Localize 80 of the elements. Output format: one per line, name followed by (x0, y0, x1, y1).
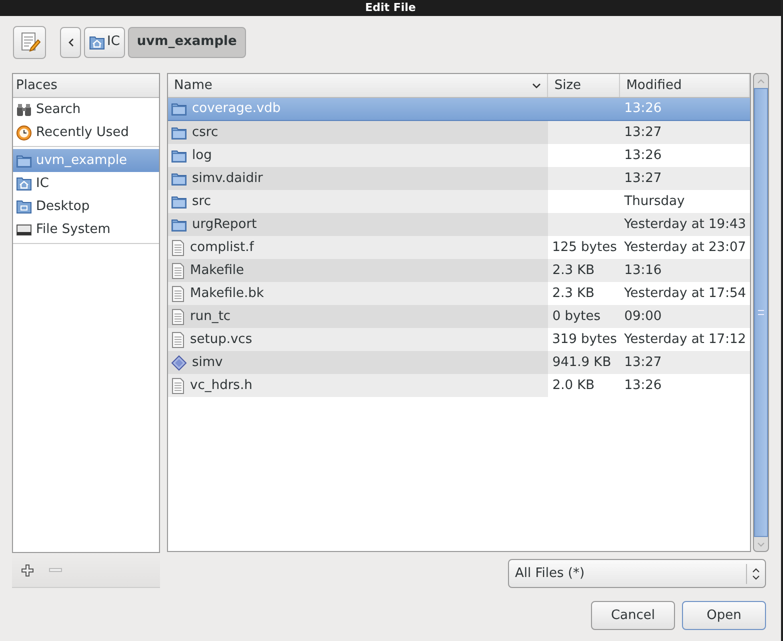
folder-icon (171, 102, 187, 116)
places-header: Places (13, 74, 159, 98)
modified-date: 13:27 (624, 354, 662, 372)
folder-icon (171, 218, 187, 232)
file-type-dropdown[interactable]: All Files (*) (508, 559, 766, 588)
file-size: 125 bytes (552, 238, 617, 257)
modified-date: 13:27 (624, 170, 662, 188)
modified-date: Yesterday at 17:12 (624, 330, 746, 349)
file-name: urgReport (192, 216, 257, 234)
folder-icon (16, 154, 32, 168)
places-item[interactable]: IC (13, 172, 159, 195)
modified-date: Thursday (624, 192, 685, 211)
notepad-pencil-icon (18, 31, 40, 53)
home-folder-icon (89, 34, 105, 50)
file-size: 2.3 KB (552, 284, 594, 303)
file-name: src (192, 192, 211, 211)
file-size: 319 bytes (552, 330, 617, 349)
column-header[interactable]: Size (548, 74, 620, 97)
folder-icon (171, 172, 187, 186)
plus-icon (20, 564, 34, 576)
file-name: complist.f (190, 238, 254, 257)
folder-icon (171, 194, 187, 208)
folder-icon (171, 126, 187, 140)
diamond-icon (171, 354, 187, 370)
column-header[interactable]: Name (168, 74, 548, 97)
document-icon (171, 308, 185, 324)
file-name: setup.vcs (190, 330, 252, 349)
places-item[interactable]: Recently Used (13, 121, 159, 144)
document-icon (171, 240, 185, 256)
scrollbar[interactable] (753, 73, 769, 552)
file-name: vc_hdrs.h (190, 376, 252, 395)
modified-date: 13:16 (624, 262, 662, 280)
file-name: simv (192, 354, 223, 372)
desktop-folder-icon (16, 199, 32, 214)
chevron-left-icon (68, 38, 74, 46)
places-item[interactable]: Desktop (13, 195, 159, 218)
file-size: 2.0 KB (552, 376, 595, 395)
up-down-arrows-icon (752, 568, 760, 580)
path-button[interactable]: uvm_example (128, 26, 246, 58)
modified-date: 09:00 (624, 308, 662, 326)
file-name: run_tc (190, 308, 231, 326)
file-name: Makefile.bk (190, 284, 264, 303)
file-size: 0 bytes (552, 308, 601, 326)
document-icon (171, 332, 185, 348)
modified-date: 13:26 (624, 376, 662, 395)
modified-date: Yesterday at 23:07 (624, 238, 746, 257)
file-size: 941.9 KB (552, 354, 612, 372)
path-button[interactable]: IC (84, 26, 125, 58)
modified-date: Yesterday at 19:43 (624, 216, 746, 234)
places-item[interactable]: Search (13, 98, 159, 121)
file-name: simv.daidir (192, 170, 263, 188)
document-icon (171, 378, 185, 394)
file-name: Makefile (190, 262, 244, 280)
places-item[interactable]: File System (13, 218, 159, 241)
modified-date: 13:27 (624, 124, 662, 142)
add-button[interactable] (20, 563, 34, 577)
binoculars-icon (16, 102, 32, 116)
dialog-button[interactable]: Cancel (591, 601, 675, 630)
file-size: 2.3 KB (552, 262, 595, 280)
edit-location-button[interactable] (13, 26, 46, 58)
scroll-up-icon (757, 78, 765, 84)
clock-icon (16, 124, 32, 140)
file-name: coverage.vdb (192, 100, 281, 118)
file-name: csrc (192, 124, 218, 142)
back-button[interactable] (60, 26, 81, 58)
title-bar: Edit File (0, 0, 781, 16)
drive-icon (16, 224, 32, 236)
document-icon (171, 286, 185, 302)
document-icon (171, 262, 185, 278)
modified-date: 13:26 (624, 100, 662, 118)
dialog-button[interactable]: Open (682, 601, 766, 630)
home-folder-icon (16, 176, 32, 191)
scroll-down-icon (757, 542, 765, 546)
file-name: log (192, 146, 212, 165)
minus-icon (48, 568, 62, 572)
folder-icon (171, 148, 187, 162)
modified-date: 13:26 (624, 146, 662, 165)
column-header[interactable]: Modified (620, 74, 750, 97)
modified-date: Yesterday at 17:54 (624, 284, 746, 303)
scrollbar-thumb[interactable] (754, 88, 768, 537)
